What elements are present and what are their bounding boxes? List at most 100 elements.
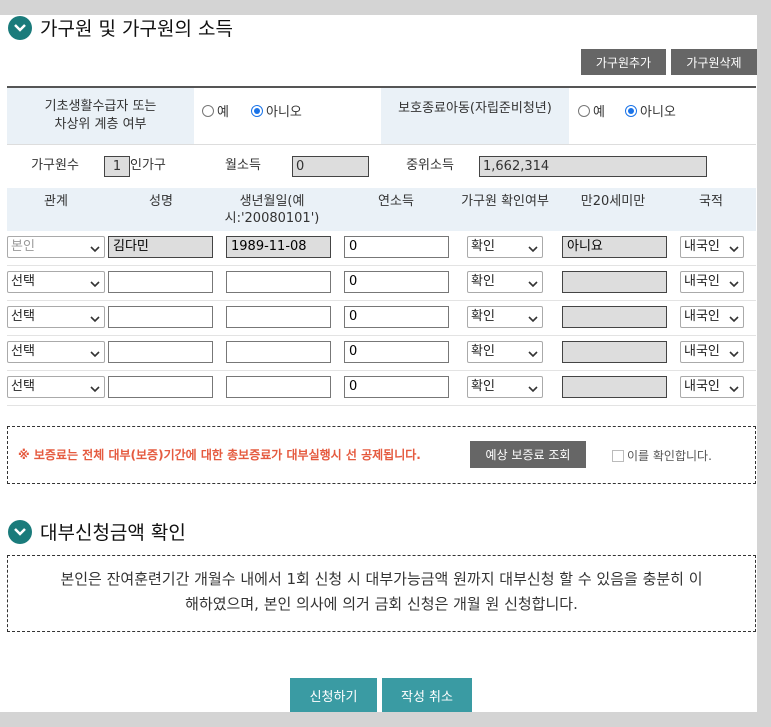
basic-label-line2: 차상위 계층 여부 (54, 117, 147, 132)
confirm-select[interactable]: 확인 (467, 341, 543, 363)
confirm-select[interactable]: 확인 (467, 306, 543, 328)
loan-statement-line2: 해하였으며, 본인 의사에 의거 금회 신청은 개월 원 신청합니다. (185, 595, 578, 613)
header-relation: 관계 (44, 194, 68, 209)
relation-select[interactable]: 선택 (7, 271, 105, 293)
section-loan-title: 대부신청금액 확인 (40, 522, 186, 544)
nationality-select[interactable]: 내국인 (680, 236, 744, 258)
relation-value: 본인 (11, 239, 35, 254)
header-birth: 생년월일(예 시:'20080101') (217, 193, 327, 227)
basic-yes-radio[interactable]: 예 (202, 101, 229, 120)
household-size-label: 가구원수 (31, 158, 79, 173)
apply-button[interactable]: 신청하기 (290, 678, 377, 712)
protected-child-label: 보호종료아동(자립준비청년) (398, 101, 552, 116)
nationality-select[interactable]: 내국인 (680, 376, 744, 398)
confirm-select[interactable]: 확인 (467, 236, 543, 258)
basic-yes-label: 예 (217, 105, 229, 120)
basic-livelihood-label: 기초생활수급자 또는 차상위 계층 여부 (7, 98, 194, 134)
chevron-down-icon (90, 346, 100, 366)
confirm-select[interactable]: 확인 (467, 376, 543, 398)
section-household-title: 가구원 및 가구원의 소득 (40, 18, 233, 40)
relation-select[interactable]: 선택 (7, 306, 105, 328)
nationality-value: 내국인 (684, 274, 720, 289)
name-input[interactable] (108, 376, 213, 398)
confirm-select[interactable]: 확인 (467, 271, 543, 293)
confirm-value: 확인 (471, 274, 495, 289)
section-household-header[interactable]: 가구원 및 가구원의 소득 (8, 14, 233, 41)
chevron-down-icon (528, 346, 538, 366)
confirm-value: 확인 (471, 309, 495, 324)
birth-input[interactable]: 1989-11-08 (226, 236, 331, 258)
income-input[interactable]: 0 (344, 306, 449, 328)
relation-value: 선택 (11, 274, 35, 289)
relation-select[interactable]: 선택 (7, 341, 105, 363)
household-info-row: 가구원수 1 인가구 월소득 0 중위소득 1,662,314 (7, 144, 756, 188)
section-loan-header[interactable]: 대부신청금액 확인 (8, 518, 186, 545)
name-input[interactable] (108, 341, 213, 363)
name-input[interactable] (108, 306, 213, 328)
basic-label-line1: 기초생활수급자 또는 (44, 99, 157, 114)
chevron-down-icon (729, 381, 739, 401)
chevron-down-icon (729, 241, 739, 261)
basic-no-label: 아니오 (266, 105, 302, 120)
chevron-down-icon (528, 276, 538, 296)
confirm-value: 확인 (471, 379, 495, 394)
nationality-value: 내국인 (684, 379, 720, 394)
loan-statement-line1: 본인은 잔여훈련기간 개월수 내에서 1회 신청 시 대부가능금액 원까지 대부… (60, 570, 703, 588)
protected-yes-radio[interactable]: 예 (578, 101, 605, 120)
cancel-button[interactable]: 작성 취소 (382, 678, 472, 712)
nationality-select[interactable]: 내국인 (680, 271, 744, 293)
birth-input[interactable] (226, 271, 331, 293)
under20-field (562, 376, 667, 398)
add-member-button[interactable]: 가구원추가 (581, 49, 666, 75)
under20-field (562, 271, 667, 293)
eligibility-row: 기초생활수급자 또는 차상위 계층 여부 예 아니오 보호종료아동(자립준비청년… (7, 86, 756, 144)
header-nationality: 국적 (699, 194, 723, 209)
radio-icon[interactable] (578, 104, 590, 117)
income-input[interactable]: 0 (344, 236, 449, 258)
radio-selected-icon[interactable] (625, 104, 637, 117)
nationality-value: 내국인 (684, 309, 720, 324)
radio-selected-icon[interactable] (251, 104, 263, 117)
birth-input[interactable] (226, 376, 331, 398)
income-input[interactable]: 0 (344, 376, 449, 398)
confirm-checkbox[interactable]: 이를 확인합니다. (612, 447, 712, 464)
radio-icon[interactable] (202, 104, 214, 117)
nationality-value: 내국인 (684, 239, 720, 254)
median-income-field: 1,662,314 (479, 156, 707, 177)
guarantee-notice-box: ※ 보증료는 전체 대부(보증)기간에 대한 총보증료가 대부실행시 선 공제됩… (7, 426, 756, 484)
estimate-fee-button[interactable]: 예상 보증료 조회 (470, 441, 586, 468)
chevron-down-icon (729, 311, 739, 331)
delete-member-button[interactable]: 가구원삭제 (671, 49, 757, 75)
chevron-down-icon[interactable] (8, 15, 32, 40)
nationality-select[interactable]: 내국인 (680, 306, 744, 328)
household-size-field: 1 (104, 156, 130, 177)
birth-input[interactable] (226, 341, 331, 363)
relation-select[interactable]: 본인 (7, 236, 105, 258)
name-input[interactable] (108, 271, 213, 293)
relation-value: 선택 (11, 309, 35, 324)
nationality-value: 내국인 (684, 344, 720, 359)
header-under20: 만20세미만 (580, 194, 646, 209)
relation-select[interactable]: 선택 (7, 376, 105, 398)
income-input[interactable]: 0 (344, 271, 449, 293)
protected-no-label: 아니오 (640, 105, 676, 120)
header-income: 연소득 (378, 194, 414, 209)
chevron-down-icon (729, 346, 739, 366)
household-size-unit: 인가구 (130, 158, 166, 173)
chevron-down-icon[interactable] (8, 519, 32, 544)
birth-input[interactable] (226, 306, 331, 328)
application-page: 가구원 및 가구원의 소득 가구원추가 가구원삭제 기초생활수급자 또는 차상위… (0, 0, 771, 727)
basic-no-radio[interactable]: 아니오 (251, 101, 302, 120)
income-input[interactable]: 0 (344, 341, 449, 363)
table-row: 선택 0 확인 내국인 (7, 371, 756, 406)
name-input[interactable]: 김다민 (108, 236, 213, 258)
monthly-income-label: 월소득 (225, 158, 261, 173)
nationality-select[interactable]: 내국인 (680, 341, 744, 363)
chevron-down-icon (528, 241, 538, 261)
monthly-income-field: 0 (292, 156, 369, 177)
protected-no-radio[interactable]: 아니오 (625, 101, 676, 120)
protected-yes-label: 예 (593, 105, 605, 120)
checkbox-icon[interactable] (612, 449, 624, 462)
chevron-down-icon (729, 276, 739, 296)
median-income-label: 중위소득 (406, 158, 454, 173)
